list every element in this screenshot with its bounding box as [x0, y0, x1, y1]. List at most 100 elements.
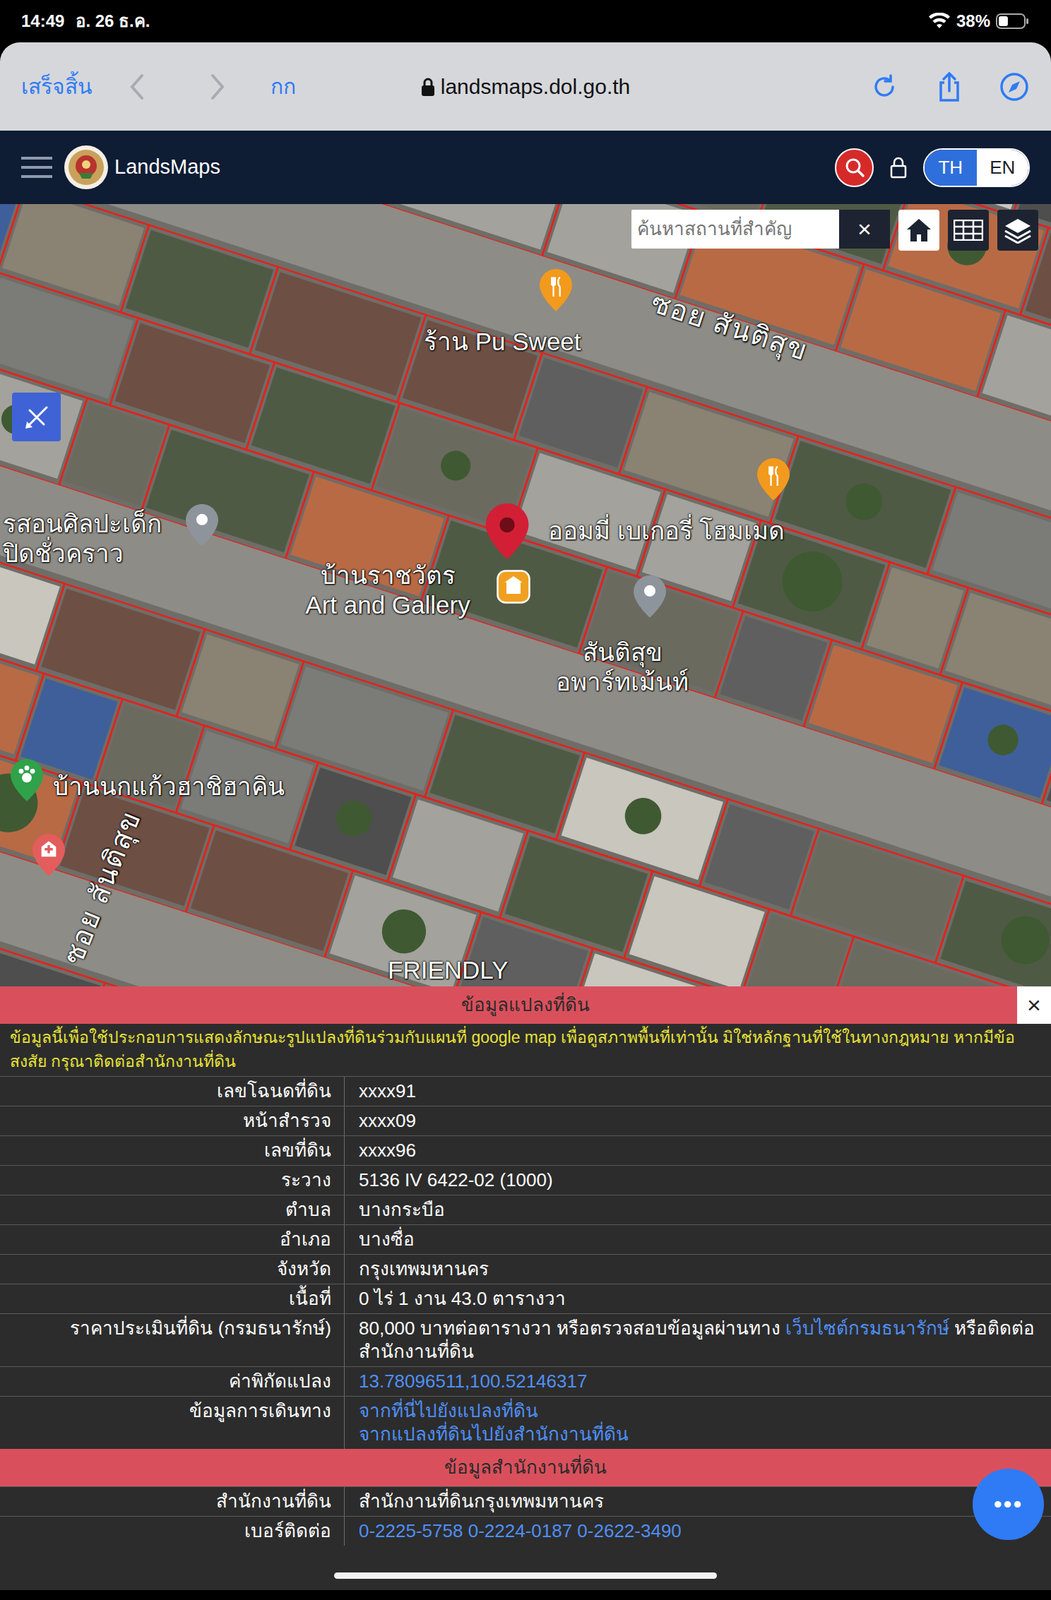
home-indicator-area [0, 1546, 1051, 1591]
row-text: บางกระบือ [358, 1199, 445, 1221]
place-label[interactable]: บ้านราชวัตรArt and Gallery [305, 560, 470, 621]
row-link[interactable]: 13.78096511,100.52146317 [358, 1370, 587, 1393]
row-link[interactable]: 0-2225-5758 0-2224-0187 0-2622-3490 [358, 1520, 682, 1542]
battery-percent: 38% [956, 8, 991, 34]
ruler-icon [22, 403, 51, 432]
clock: 14:49 [21, 8, 65, 34]
info-row: ตำบล บางกระบือ [0, 1195, 1051, 1225]
grid-button[interactable] [947, 209, 989, 251]
login-lock-icon[interactable] [889, 156, 908, 179]
reload-icon[interactable] [868, 71, 900, 103]
row-link[interactable]: จากแปลงที่ดินไปยังสำนักงานที่ดิน [358, 1423, 1042, 1447]
row-link[interactable]: เว็บไซต์กรมธนารักษ์ [785, 1317, 950, 1340]
row-label: ตำบล [0, 1195, 345, 1225]
hospital-pin-icon[interactable] [32, 834, 65, 878]
menu-icon[interactable] [21, 155, 53, 180]
row-link[interactable]: จากที่นี่ไปยังแปลงที่ดิน [358, 1399, 1042, 1424]
home-button[interactable] [898, 209, 940, 251]
url[interactable]: landsmaps.dol.go.th [440, 70, 631, 103]
row-text: กรุงเทพมหานคร [358, 1258, 489, 1280]
row-text: xxxx09 [358, 1110, 417, 1132]
place-label[interactable]: ร้าน Pu Sweet [423, 327, 582, 357]
row-value: 0-2225-5758 0-2224-0187 0-2622-3490 [344, 1517, 1051, 1547]
done-button[interactable]: เสร็จสิ้น [21, 70, 93, 103]
map-controls: × [631, 209, 1039, 251]
row-label: เบอร์ติดต่อ [0, 1517, 345, 1547]
food-pin-icon[interactable] [757, 458, 790, 503]
info-row: เลขโฉนดที่ดิน xxxx91 [0, 1076, 1051, 1107]
place-label-line[interactable]: บ้านนกแก้วฮาชิฮาคิน [52, 772, 285, 802]
selected-pin-icon[interactable] [495, 569, 532, 605]
close-button[interactable]: × [1017, 986, 1051, 1025]
row-label: ค่าพิกัดแปลง [0, 1367, 345, 1397]
place-label[interactable]: ออมมี่ เบเกอรี่ โฮมเมด [548, 516, 785, 546]
search-icon [844, 156, 866, 178]
place-label[interactable]: บ้านนกแก้วฮาชิฮาคิน [52, 772, 285, 802]
clear-search-button[interactable]: × [839, 209, 890, 249]
text-size-button[interactable]: กก [270, 70, 296, 103]
row-text: 80,000 บาทต่อตารางวา หรือตรวจสอบข้อมูลผ่… [358, 1317, 786, 1340]
status-bar: 14:49 อ. 26 ธ.ค. 38% [0, 0, 1051, 43]
disclaimer: ข้อมูลนี้เพื่อใช้ประกอบการแสดงลักษณะรูปแ… [0, 1024, 1051, 1077]
compass-icon[interactable] [998, 71, 1030, 103]
place-label-line[interactable]: สันติสุข [555, 637, 689, 668]
row-label: ราคาประเมินที่ดิน (กรมธนารักษ์) [0, 1314, 345, 1367]
language-button[interactable]: EN [976, 149, 1030, 186]
home-indicator[interactable] [334, 1572, 717, 1580]
back-icon[interactable] [126, 72, 148, 102]
food-pin-icon[interactable] [539, 269, 573, 313]
place-label-line[interactable]: FRIENDLY [387, 955, 509, 986]
info-row: เลขที่ดินxxxx96 [0, 1135, 1051, 1166]
row-value: กรุงเทพมหานคร [344, 1255, 1051, 1285]
row-value: 0 ไร่ 1 งาน 43.0 ตารางวา [344, 1284, 1051, 1314]
row-label: ข้อมูลการเดินทาง [0, 1397, 345, 1450]
place-label-line[interactable]: อพาร์ทเม้นท์ [555, 667, 689, 698]
share-icon[interactable] [933, 71, 965, 103]
row-label: สำนักงานที่ดิน [0, 1487, 345, 1517]
row-text: xxxx91 [358, 1080, 417, 1102]
place-label[interactable]: รสอนศิลปะเด็กปิดชั่วคราว [2, 509, 162, 569]
place-pin-icon[interactable] [633, 575, 667, 620]
row-value: 80,000 บาทต่อตารางวา หรือตรวจสอบข้อมูลผ่… [344, 1314, 1051, 1367]
info-row: ข้อมูลการเดินทางจากที่นี่ไปยังแปลงที่ดิน… [0, 1396, 1051, 1450]
row-value: จากที่นี่ไปยังแปลงที่ดินจากแปลงที่ดินไปย… [344, 1397, 1051, 1450]
map[interactable]: ซอย สันติสุขร้าน Pu Sweetออมมี่ เบเกอรี่… [0, 204, 1051, 987]
battery-icon [995, 12, 1030, 30]
place-pin-icon[interactable] [185, 504, 219, 549]
place-label-line[interactable]: บ้านราชวัตร [305, 560, 470, 591]
date: อ. 26 ธ.ค. [75, 8, 150, 34]
browser-toolbar: เสร็จสิ้น กก landsmaps.dol.go.th [0, 42, 1051, 131]
info-row: อำเภอบางซื่อ [0, 1224, 1051, 1255]
row-label: เลขโฉนดที่ดิน [0, 1077, 345, 1107]
layers-button[interactable] [997, 209, 1039, 251]
place-label-line[interactable]: ออมมี่ เบเกอรี่ โฮมเมด [548, 516, 785, 546]
info-row: ราคาประเมินที่ดิน (กรมธนารักษ์) 80,000 บา… [0, 1313, 1051, 1367]
search-button[interactable] [834, 148, 874, 188]
row-value: 5136 IV 6422-02 (1000) [344, 1166, 1051, 1196]
row-value: บางกระบือ [344, 1195, 1051, 1225]
parcel-pin-icon[interactable] [485, 503, 530, 562]
place-search-input[interactable] [631, 209, 848, 249]
row-text: สำนักงานที่ดินกรุงเทพมหานคร [358, 1491, 604, 1513]
address-bar[interactable]: landsmaps.dol.go.th [416, 70, 635, 103]
row-value: xxxx09 [344, 1106, 1051, 1136]
row-value: สำนักงานที่ดินกรุงเทพมหานคร [344, 1487, 1051, 1517]
app-title[interactable]: LandsMaps [114, 151, 221, 183]
park-pin-icon[interactable] [10, 759, 44, 804]
place-label[interactable]: สันติสุขอพาร์ทเม้นท์ [555, 637, 689, 698]
place-label[interactable]: FRIENDLY [387, 955, 509, 986]
place-label-line[interactable]: ร้าน Pu Sweet [423, 327, 582, 357]
measure-button[interactable] [12, 392, 61, 442]
more-button[interactable]: ••• [972, 1469, 1044, 1541]
forward-icon[interactable] [206, 72, 229, 102]
row-label: เลขที่ดิน [0, 1136, 345, 1166]
place-label-line[interactable]: ปิดชั่วคราว [2, 538, 162, 569]
language-toggle: THEN [923, 148, 1030, 188]
row-value: บางซื่อ [344, 1225, 1051, 1255]
language-button[interactable]: TH [924, 149, 977, 186]
place-label-line[interactable]: รสอนศิลปะเด็ก [2, 509, 162, 539]
row-label: ระวาง [0, 1166, 345, 1196]
place-label-line[interactable]: Art and Gallery [305, 590, 470, 621]
info-row: ค่าพิกัดแปลง 13.78096511,100.52146317 [0, 1366, 1051, 1397]
row-label: หน้าสำรวจ [0, 1106, 345, 1136]
